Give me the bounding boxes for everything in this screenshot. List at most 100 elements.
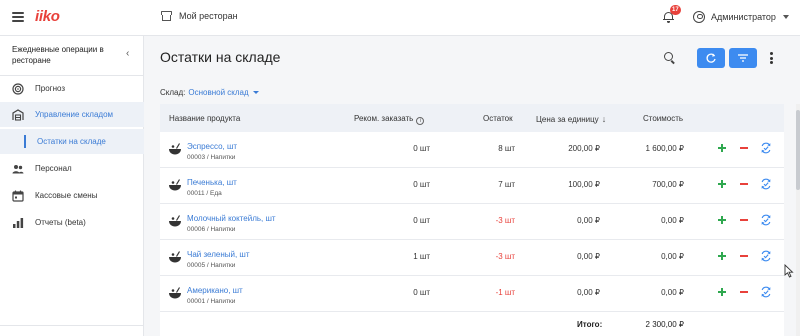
- total-value: 2 300,00 ₽: [645, 320, 684, 329]
- refresh-icon: [706, 53, 716, 63]
- unit-price: 0,00 ₽: [577, 288, 600, 297]
- minus-icon[interactable]: [738, 178, 750, 190]
- restaurant-selector[interactable]: Мой ресторан: [161, 11, 238, 21]
- unit-price: 0,00 ₽: [577, 252, 600, 261]
- more-options-icon[interactable]: [770, 52, 774, 64]
- refresh-button[interactable]: [697, 48, 725, 68]
- sidebar-item-warehouse[interactable]: Управление складом: [0, 102, 144, 127]
- recommended-qty: 0 шт: [413, 180, 430, 189]
- collapse-sidebar-icon[interactable]: ‹: [126, 49, 134, 59]
- bar-chart-icon: [13, 217, 24, 228]
- page-title: Остатки на складе: [160, 49, 281, 65]
- sidebar-item-label: Управление складом: [35, 110, 114, 119]
- inventory-sync-icon[interactable]: [760, 142, 772, 154]
- sidebar-item-label: Персонал: [35, 164, 72, 173]
- product-name-link[interactable]: Американо, шт: [187, 286, 243, 295]
- recommended-qty: 0 шт: [413, 288, 430, 297]
- plus-icon[interactable]: [716, 178, 728, 190]
- cost: 0,00 ₽: [661, 216, 684, 225]
- minus-icon[interactable]: [738, 214, 750, 226]
- sidebar-item-label: Отчеты (beta): [35, 218, 86, 227]
- remaining-qty: -1 шт: [495, 288, 515, 297]
- sidebar-item-reports[interactable]: Отчеты (beta): [0, 210, 144, 235]
- plus-icon[interactable]: [716, 286, 728, 298]
- sidebar-item-label: Остатки на складе: [37, 137, 106, 146]
- calendar-icon: [12, 190, 24, 202]
- filter-icon: [738, 54, 748, 62]
- minus-icon[interactable]: [738, 250, 750, 262]
- warehouse-filter: Склад: Основной склад: [160, 88, 259, 97]
- table-row: Чай зеленый, шт 00005 / Напитки 1 шт -3 …: [160, 240, 784, 276]
- table-row: Американо, шт 00001 / Напитки 0 шт -1 шт…: [160, 276, 784, 312]
- product-name-link[interactable]: Чай зеленый, шт: [187, 250, 250, 259]
- cost: 700,00 ₽: [652, 180, 684, 189]
- column-unit-price-label: Цена за единицу: [536, 115, 599, 124]
- product-name-link[interactable]: Печенька, шт: [187, 178, 237, 187]
- people-icon: [12, 164, 24, 173]
- dish-icon: [169, 287, 181, 299]
- cost: 1 600,00 ₽: [645, 144, 684, 153]
- minus-icon[interactable]: [738, 142, 750, 154]
- sidebar-item-staff[interactable]: Персонал: [0, 156, 144, 181]
- account-icon: [693, 11, 705, 23]
- column-name[interactable]: Название продукта: [169, 114, 240, 123]
- product-code-category: 00011 / Еда: [187, 190, 222, 197]
- table-row: Эспрессо, шт 00003 / Напитки 0 шт 8 шт 2…: [160, 132, 784, 168]
- plus-icon[interactable]: [716, 214, 728, 226]
- sidebar-subitem-stock[interactable]: Остатки на складе: [0, 129, 144, 154]
- store-icon: [161, 11, 172, 21]
- recommended-qty: 0 шт: [413, 216, 430, 225]
- inventory-sync-icon[interactable]: [760, 178, 772, 190]
- total-row: Итого: 2 300,00 ₽: [160, 312, 784, 336]
- user-name: Администратор: [711, 12, 776, 22]
- warehouse-select[interactable]: Основной склад: [188, 88, 248, 97]
- sidebar-item-cash-shifts[interactable]: Кассовые смены: [0, 183, 144, 208]
- user-menu[interactable]: Администратор: [693, 11, 789, 23]
- cost: 0,00 ₽: [661, 252, 684, 261]
- unit-price: 0,00 ₽: [577, 216, 600, 225]
- inventory-sync-icon[interactable]: [760, 250, 772, 262]
- divider: [0, 325, 144, 326]
- warehouse-label: Склад:: [160, 88, 186, 97]
- chevron-down-icon: [782, 15, 789, 19]
- column-recommended[interactable]: Реком. заказать i: [354, 114, 425, 125]
- dish-icon: [169, 179, 181, 191]
- target-icon: [12, 82, 24, 95]
- recommended-qty: 1 шт: [413, 252, 430, 261]
- column-cost[interactable]: Стоимость: [643, 114, 683, 123]
- restaurant-name: Мой ресторан: [179, 11, 238, 21]
- minus-icon[interactable]: [738, 286, 750, 298]
- inventory-sync-icon[interactable]: [760, 286, 772, 298]
- logo[interactable]: iiko: [35, 8, 60, 25]
- dish-icon: [169, 251, 181, 263]
- plus-icon[interactable]: [716, 142, 728, 154]
- menu-icon[interactable]: [12, 12, 24, 22]
- product-name-link[interactable]: Эспрессо, шт: [187, 142, 237, 151]
- column-unit-price[interactable]: Цена за единицу ↓: [536, 114, 606, 124]
- info-icon[interactable]: i: [416, 117, 425, 125]
- filter-button[interactable]: [729, 48, 757, 68]
- sort-arrow-icon[interactable]: ↓: [602, 114, 607, 124]
- table-row: Молочный коктейль, шт 00006 / Напитки 0 …: [160, 204, 784, 240]
- sidebar-heading: Ежедневные операции в ресторане: [12, 45, 104, 65]
- remaining-qty: 8 шт: [498, 144, 515, 153]
- dish-icon: [169, 143, 181, 155]
- scrollbar-thumb[interactable]: [796, 110, 800, 190]
- unit-price: 100,00 ₽: [568, 180, 600, 189]
- remaining-qty: -3 шт: [495, 216, 515, 225]
- column-remaining[interactable]: Остаток: [483, 114, 513, 123]
- sidebar-item-forecast[interactable]: Прогноз: [0, 76, 144, 101]
- product-name-link[interactable]: Молочный коктейль, шт: [187, 214, 276, 223]
- dish-icon: [169, 215, 181, 227]
- total-label: Итого:: [577, 320, 603, 329]
- sidebar-item-label: Прогноз: [35, 84, 66, 93]
- notification-badge: 17: [670, 5, 681, 15]
- chevron-down-icon[interactable]: [252, 91, 259, 95]
- search-icon[interactable]: [664, 52, 676, 64]
- inventory-sync-icon[interactable]: [760, 214, 772, 226]
- product-code-category: 00006 / Напитки: [187, 226, 236, 233]
- plus-icon[interactable]: [716, 250, 728, 262]
- unit-price: 200,00 ₽: [568, 144, 600, 153]
- mouse-cursor-icon: [784, 264, 794, 278]
- active-indicator: [24, 135, 26, 148]
